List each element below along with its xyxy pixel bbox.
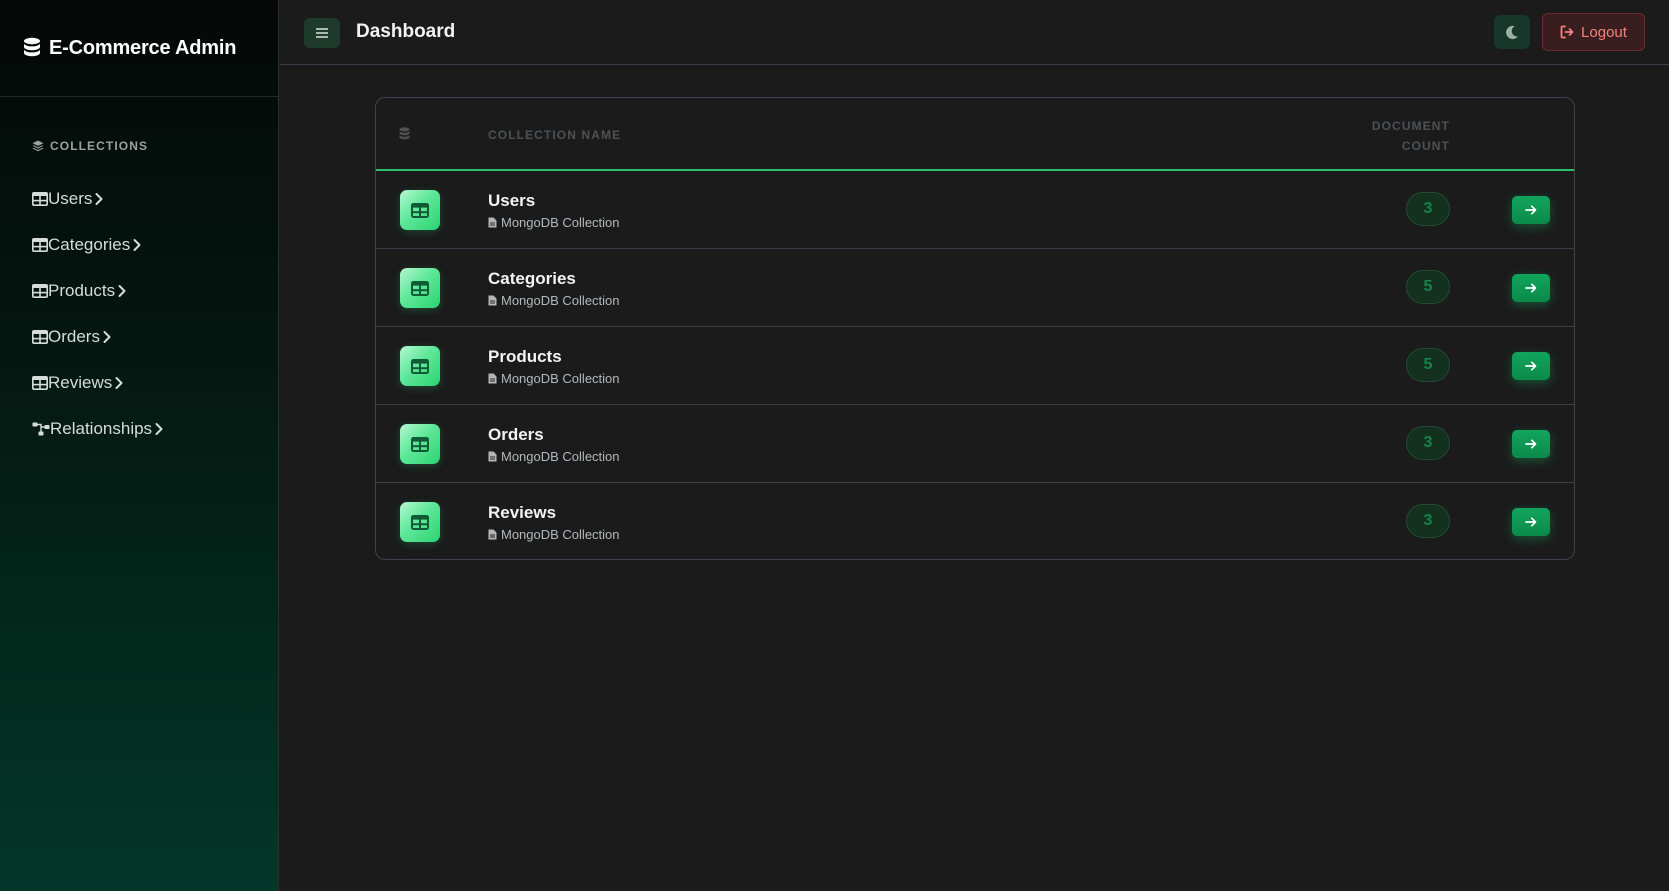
table-icon: [32, 284, 48, 298]
open-collection-button[interactable]: [1512, 196, 1550, 224]
sidebar-item-reviews[interactable]: Reviews: [0, 360, 278, 406]
sidebar-item-label: Relationships: [50, 419, 153, 438]
table-icon: [400, 190, 440, 230]
database-icon: [23, 37, 43, 59]
table-row: Orders MongoDB Collection 3: [376, 405, 1574, 483]
chevron-right-icon: [114, 376, 124, 390]
open-collection-button[interactable]: [1512, 430, 1550, 458]
hamburger-icon: [316, 28, 328, 38]
chevron-right-icon: [117, 284, 127, 298]
table-icon: [32, 330, 48, 344]
moon-icon: [1505, 25, 1519, 40]
menu-toggle-button[interactable]: [304, 18, 340, 48]
brand[interactable]: E-Commerce Admin: [0, 0, 278, 97]
subtitle-text: MongoDB Collection: [501, 293, 620, 308]
table-icon: [400, 502, 440, 542]
document-count-badge: 3: [1406, 192, 1450, 226]
sidebar-item-label: Products: [48, 281, 116, 300]
sidebar-item-orders[interactable]: Orders: [0, 314, 278, 360]
chevron-right-icon: [154, 422, 164, 436]
chevron-right-icon: [132, 238, 142, 252]
theme-toggle-button[interactable]: [1494, 15, 1530, 49]
collections-label: COLLECTIONS: [50, 139, 149, 153]
collections-table: COLLECTION NAME DOCUMENT COUNT Users Mon…: [375, 97, 1575, 560]
table-row: Products MongoDB Collection 5: [376, 327, 1574, 405]
sidebar-item-categories[interactable]: Categories: [0, 222, 278, 268]
chevron-right-icon: [94, 192, 104, 206]
arrow-right-icon: [1525, 439, 1537, 449]
collections-heading: COLLECTIONS: [32, 139, 278, 153]
table-icon: [400, 346, 440, 386]
layers-icon: [32, 140, 45, 153]
subtitle-text: MongoDB Collection: [501, 449, 620, 464]
document-count-badge: 5: [1406, 270, 1450, 304]
table-icon: [32, 238, 48, 252]
column-header-count-line2: COUNT: [1401, 139, 1450, 153]
open-collection-button[interactable]: [1512, 508, 1550, 536]
brand-title: E-Commerce Admin: [49, 36, 237, 59]
collection-subtitle: MongoDB Collection: [488, 449, 620, 464]
sidebar-item-label: Orders: [48, 327, 100, 346]
file-icon: [488, 373, 497, 384]
database-icon: [399, 127, 410, 140]
collection-name: Categories: [488, 269, 576, 288]
file-icon: [488, 217, 497, 228]
file-icon: [488, 295, 497, 306]
sidebar-item-label: Categories: [48, 235, 131, 254]
collection-name: Products: [488, 347, 562, 366]
table-row: Reviews MongoDB Collection 3: [376, 483, 1574, 559]
table-row: Users MongoDB Collection 3: [376, 171, 1574, 249]
table-row: Categories MongoDB Collection 5: [376, 249, 1574, 327]
collection-name: Users: [488, 191, 536, 210]
collection-subtitle: MongoDB Collection: [488, 527, 620, 542]
sidebar-item-label: Reviews: [48, 373, 113, 392]
table-icon: [32, 192, 48, 206]
column-header-count-line1: DOCUMENT: [1371, 119, 1450, 133]
page-title: Dashboard: [356, 21, 456, 42]
logout-button[interactable]: Logout: [1542, 13, 1645, 51]
logout-label: Logout: [1581, 23, 1627, 41]
sidebar: E-Commerce Admin COLLECTIONS Users Categ…: [0, 0, 279, 891]
arrow-right-icon: [1525, 517, 1537, 527]
file-icon: [488, 529, 497, 540]
collection-subtitle: MongoDB Collection: [488, 215, 620, 230]
arrow-right-icon: [1525, 361, 1537, 371]
open-collection-button[interactable]: [1512, 274, 1550, 302]
document-count-badge: 3: [1406, 504, 1450, 538]
subtitle-text: MongoDB Collection: [501, 215, 620, 230]
sign-out-icon: [1560, 25, 1574, 39]
collection-name: Reviews: [488, 503, 557, 522]
open-collection-button[interactable]: [1512, 352, 1550, 380]
sidebar-item-users[interactable]: Users: [0, 176, 278, 222]
subtitle-text: MongoDB Collection: [501, 527, 620, 542]
collection-name: Orders: [488, 425, 544, 444]
collection-subtitle: MongoDB Collection: [488, 293, 620, 308]
arrow-right-icon: [1525, 283, 1537, 293]
sidebar-item-relationships[interactable]: Relationships: [0, 406, 278, 452]
arrow-right-icon: [1525, 205, 1537, 215]
document-count-badge: 5: [1406, 348, 1450, 382]
file-icon: [488, 451, 497, 462]
column-header-name: COLLECTION NAME: [488, 128, 622, 142]
document-count-badge: 3: [1406, 426, 1450, 460]
sitemap-icon: [32, 422, 50, 436]
sidebar-item-products[interactable]: Products: [0, 268, 278, 314]
column-header-count: DOCUMENT COUNT: [1360, 116, 1450, 156]
top-bar: Dashboard Logout: [280, 0, 1669, 65]
sidebar-nav: Users Categories Products Orders Reviews…: [0, 176, 278, 452]
sidebar-item-label: Users: [48, 189, 93, 208]
chevron-right-icon: [102, 330, 112, 344]
collection-subtitle: MongoDB Collection: [488, 371, 620, 386]
table-icon: [400, 268, 440, 308]
table-icon: [32, 376, 48, 390]
table-icon: [400, 424, 440, 464]
subtitle-text: MongoDB Collection: [501, 371, 620, 386]
table-header: COLLECTION NAME DOCUMENT COUNT: [376, 98, 1574, 171]
